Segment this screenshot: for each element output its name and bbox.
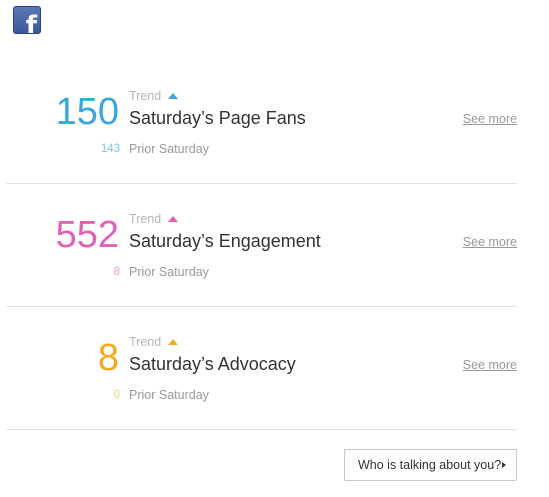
divider <box>6 183 517 184</box>
prior-value: 8 <box>113 266 120 278</box>
see-more-link[interactable]: See more <box>463 358 517 372</box>
metric-title: Saturday’s Advocacy <box>129 354 296 374</box>
trend-up-arrow-icon <box>168 339 179 345</box>
divider <box>6 306 517 307</box>
see-more-link[interactable]: See more <box>463 235 517 249</box>
facebook-logo-icon: f <box>13 6 41 34</box>
see-more-link[interactable]: See more <box>463 112 517 126</box>
facebook-logo-glyph: f <box>25 11 37 34</box>
trend-label: Trend <box>129 335 162 349</box>
caret-right-icon <box>502 462 506 468</box>
metric-value: 8 <box>97 337 119 379</box>
trend-up-arrow-icon <box>168 216 179 222</box>
who-is-talking-button[interactable]: Who is talking about you? <box>344 449 517 481</box>
trend-label: Trend <box>129 89 162 103</box>
prior-value: 0 <box>113 389 120 401</box>
prior-value: 143 <box>100 143 120 155</box>
who-is-talking-label: Who is talking about you? <box>358 458 502 472</box>
prior-label: Prior Saturday <box>129 265 209 279</box>
metric-page-fans: 150 Trend Saturday’s Page Fans 143 Prior… <box>0 89 549 189</box>
trend-up-arrow-icon <box>168 93 179 99</box>
trend-indicator: Trend <box>129 212 179 226</box>
trend-indicator: Trend <box>129 335 179 349</box>
metric-title: Saturday’s Page Fans <box>129 108 306 128</box>
trend-label: Trend <box>129 212 162 226</box>
divider <box>6 429 517 430</box>
prior-label: Prior Saturday <box>129 142 209 156</box>
metric-advocacy: 8 Trend Saturday’s Advocacy 0 Prior Satu… <box>0 335 549 435</box>
metric-value: 552 <box>55 214 119 256</box>
metric-title: Saturday’s Engagement <box>129 231 321 251</box>
metric-value: 150 <box>55 91 119 133</box>
prior-label: Prior Saturday <box>129 388 209 402</box>
trend-indicator: Trend <box>129 89 179 103</box>
metric-engagement: 552 Trend Saturday’s Engagement 8 Prior … <box>0 212 549 312</box>
